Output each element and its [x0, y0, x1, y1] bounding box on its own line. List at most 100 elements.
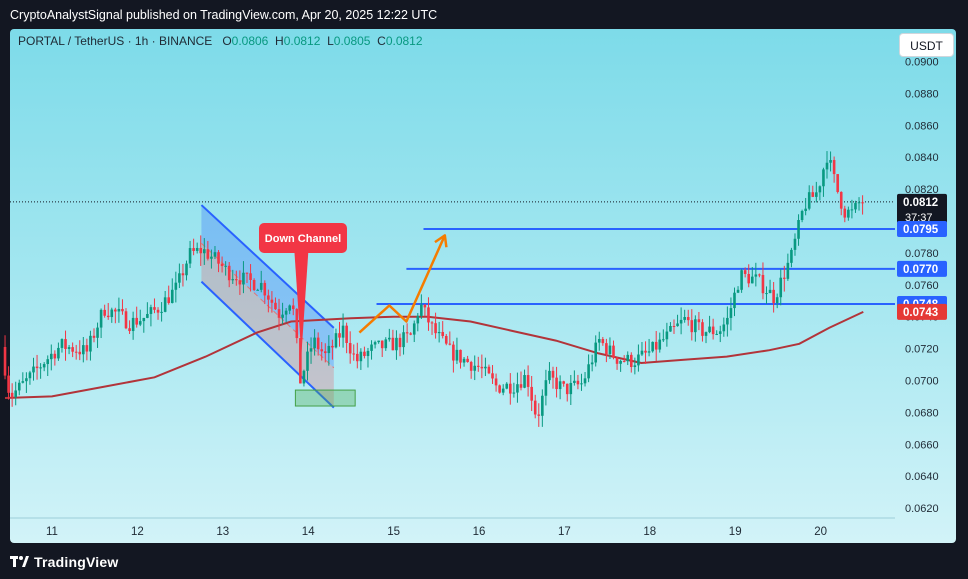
candle-body[interactable] — [284, 310, 288, 315]
candle-body[interactable] — [672, 325, 676, 327]
candle-body[interactable] — [466, 358, 469, 363]
candle-body[interactable] — [804, 208, 807, 211]
candle-body[interactable] — [106, 315, 110, 318]
candle-body[interactable] — [669, 325, 672, 332]
candle-body[interactable] — [128, 328, 131, 332]
candle-body[interactable] — [380, 340, 384, 349]
candle-body[interactable] — [783, 277, 786, 279]
candle-body[interactable] — [117, 308, 121, 312]
candle-body[interactable] — [505, 383, 509, 389]
candle-body[interactable] — [469, 362, 473, 371]
candle-body[interactable] — [448, 343, 452, 345]
candle-body[interactable] — [178, 273, 181, 283]
candle-body[interactable] — [679, 319, 683, 324]
candle-body[interactable] — [444, 335, 448, 344]
candle-body[interactable] — [167, 297, 171, 303]
candle-body[interactable] — [195, 247, 199, 251]
candle-body[interactable] — [67, 347, 71, 349]
candle-body[interactable] — [60, 339, 64, 348]
candle-body[interactable] — [391, 337, 395, 351]
candle-body[interactable] — [220, 263, 224, 267]
candle-body[interactable] — [206, 249, 210, 259]
candle-body[interactable] — [366, 350, 370, 357]
candle-body[interactable] — [256, 289, 259, 291]
candle-body[interactable] — [533, 400, 537, 415]
candle-body[interactable] — [224, 265, 227, 267]
candle-body[interactable] — [519, 384, 523, 388]
candle-body[interactable] — [484, 366, 487, 369]
candle-body[interactable] — [263, 282, 267, 296]
candle-body[interactable] — [555, 377, 558, 390]
candle-body[interactable] — [427, 307, 430, 323]
candle-body[interactable] — [25, 378, 28, 382]
candle-body[interactable] — [402, 332, 405, 348]
symbol-pair[interactable]: PORTAL / TetherUS · 1h · BINANCE — [18, 34, 212, 48]
candle-body[interactable] — [701, 322, 704, 336]
candle-body[interactable] — [587, 364, 590, 379]
candle-body[interactable] — [843, 208, 847, 218]
candle-body[interactable] — [217, 252, 220, 264]
candle-body[interactable] — [373, 342, 377, 345]
candle-body[interactable] — [512, 392, 516, 394]
candle-body[interactable] — [46, 359, 50, 365]
candle-body[interactable] — [295, 309, 299, 339]
candle-body[interactable] — [249, 273, 252, 280]
candle-body[interactable] — [565, 383, 569, 395]
candle-body[interactable] — [316, 337, 320, 350]
candle-body[interactable] — [861, 202, 864, 204]
candle-body[interactable] — [829, 160, 832, 163]
candle-body[interactable] — [99, 309, 103, 328]
candle-body[interactable] — [754, 274, 758, 277]
candle-body[interactable] — [665, 331, 669, 340]
candle-body[interactable] — [302, 370, 306, 384]
candle-body[interactable] — [409, 333, 412, 335]
candle-body[interactable] — [775, 297, 779, 303]
candle-body[interactable] — [270, 299, 274, 303]
candle-body[interactable] — [569, 382, 573, 395]
candle-body[interactable] — [114, 309, 117, 312]
candle-body[interactable] — [765, 293, 768, 295]
candle-body[interactable] — [779, 277, 783, 298]
candle-body[interactable] — [576, 380, 580, 385]
candle-body[interactable] — [334, 333, 338, 348]
candle-body[interactable] — [92, 335, 96, 338]
candle-body[interactable] — [711, 326, 715, 335]
candle-body[interactable] — [633, 365, 637, 367]
candle-body[interactable] — [149, 307, 153, 314]
candle-body[interactable] — [42, 364, 46, 368]
candle-body[interactable] — [163, 297, 167, 312]
candle-body[interactable] — [690, 320, 694, 333]
candle-body[interactable] — [323, 351, 327, 354]
candle-body[interactable] — [306, 351, 309, 371]
candle-body[interactable] — [210, 256, 213, 259]
candle-body[interactable] — [82, 345, 85, 355]
candle-body[interactable] — [811, 192, 815, 197]
candle-body[interactable] — [356, 353, 359, 362]
candle-body[interactable] — [338, 333, 341, 338]
candle-body[interactable] — [277, 309, 281, 318]
candle-body[interactable] — [800, 210, 804, 220]
candle-body[interactable] — [658, 339, 662, 350]
candle-body[interactable] — [430, 322, 434, 324]
candle-body[interactable] — [839, 191, 843, 209]
candle-body[interactable] — [49, 353, 53, 360]
candle-body[interactable] — [71, 347, 74, 352]
candle-body[interactable] — [491, 373, 494, 379]
candle-body[interactable] — [363, 351, 366, 357]
candle-body[interactable] — [185, 263, 188, 276]
candle-body[interactable] — [825, 162, 829, 170]
candle-body[interactable] — [651, 341, 654, 352]
candle-body[interactable] — [309, 348, 313, 352]
candle-body[interactable] — [722, 324, 726, 332]
candle-body[interactable] — [384, 339, 388, 349]
candle-body[interactable] — [615, 357, 619, 364]
candle-body[interactable] — [441, 331, 445, 336]
candle-body[interactable] — [850, 209, 854, 211]
candle-body[interactable] — [697, 319, 701, 323]
candle-body[interactable] — [202, 249, 206, 254]
candle-body[interactable] — [530, 386, 533, 401]
candle-body[interactable] — [750, 276, 754, 284]
candle-body[interactable] — [227, 265, 231, 281]
candle-body[interactable] — [341, 325, 345, 338]
candle-body[interactable] — [288, 305, 291, 311]
